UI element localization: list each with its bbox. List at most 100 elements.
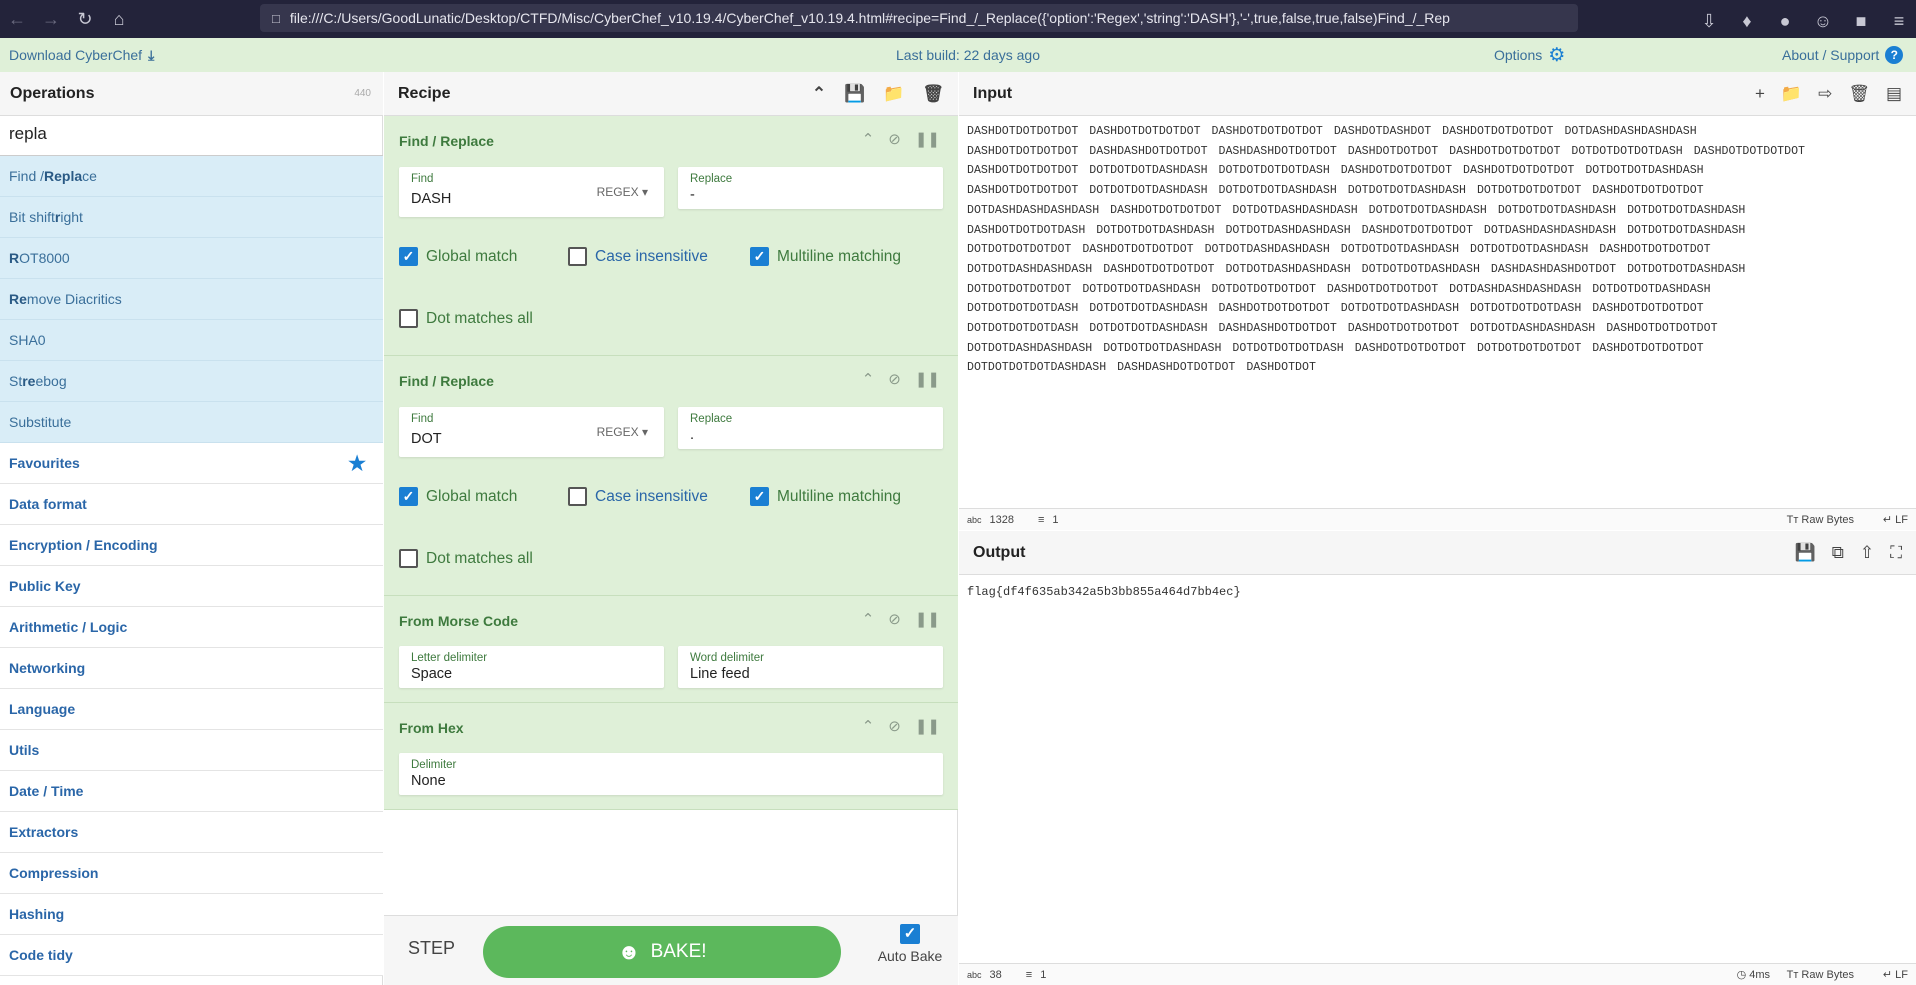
search-result-item[interactable]: Find / Repla ce	[0, 156, 383, 197]
home-icon[interactable]: ⌂	[102, 2, 136, 36]
eol-button[interactable]: ↵ LF	[1883, 968, 1908, 981]
download-cyberchef-link[interactable]: Download CyberChef ⤓	[9, 47, 154, 64]
category-public-key[interactable]: Public Key	[0, 566, 383, 607]
chr-enc-button[interactable]: Tт Raw Bytes	[1787, 969, 1854, 981]
category-hashing[interactable]: Hashing	[0, 894, 383, 935]
regex-dropdown[interactable]: REGEX ▾	[597, 425, 648, 439]
output-title: Output	[973, 543, 1026, 561]
pause-icon[interactable]: ❚❚	[915, 370, 940, 388]
collapse-all-icon[interactable]: ⌃	[812, 84, 826, 104]
collapse-icon[interactable]: ⌃	[862, 370, 875, 388]
collapse-icon[interactable]: ⌃	[862, 610, 875, 628]
pause-icon[interactable]: ❚❚	[915, 717, 940, 735]
category-utils[interactable]: Utils	[0, 730, 383, 771]
eol-button[interactable]: ↵ LF	[1883, 513, 1908, 526]
collapse-icon[interactable]: ⌃	[862, 130, 875, 148]
op-title: Find / Replace	[399, 373, 494, 389]
category-arithmetic-logic[interactable]: Arithmetic / Logic	[0, 607, 383, 648]
avatar-icon[interactable]: ☺	[1806, 4, 1840, 38]
category-encryption-encoding[interactable]: Encryption / Encoding	[0, 525, 383, 566]
category-networking[interactable]: Networking	[0, 648, 383, 689]
download-icon[interactable]: ⇩	[1692, 4, 1726, 38]
search-result-item[interactable]: R OT8000	[0, 238, 383, 279]
input-title: Input	[973, 84, 1013, 102]
category-data-format[interactable]: Data format	[0, 484, 383, 525]
open-file-icon[interactable]: ⇨	[1818, 84, 1832, 104]
reload-icon[interactable]: ↻	[68, 2, 102, 36]
recipe-header: Recipe ⌃ 💾 📁 🗑	[384, 72, 958, 116]
save-recipe-icon[interactable]: 💾	[844, 84, 865, 104]
extension-icon[interactable]: ♦	[1730, 4, 1764, 38]
layout-icon[interactable]: ▤	[1886, 84, 1902, 104]
input-textarea[interactable]: DASHDOTDOTDOTDOT DASHDOTDOTDOTDOT DASHDO…	[967, 122, 1912, 378]
bake-button[interactable]: ☻ BAKE!	[483, 926, 841, 978]
clear-input-icon[interactable]: 🗑	[1848, 84, 1870, 104]
star-icon: ★	[348, 452, 366, 475]
maximise-icon[interactable]: ⛶	[1890, 543, 1902, 563]
category-code-tidy[interactable]: Code tidy	[0, 935, 383, 976]
auto-bake-checkbox[interactable]: ✓	[900, 924, 920, 944]
add-tab-icon[interactable]: +	[1755, 84, 1765, 104]
input-panel: Input + 📁 ⇨ 🗑 ▤ DASHDOTDOTDOTDOT DASHDOT…	[959, 72, 1916, 530]
options-button[interactable]: Options ⚙	[1494, 44, 1565, 67]
collapse-icon[interactable]: ⌃	[862, 717, 875, 735]
menu-icon[interactable]: ≡	[1882, 4, 1916, 38]
word-delimiter-field[interactable]: Word delimiter Line feed	[678, 646, 943, 688]
multiline-checkbox[interactable]: ✓ Multiline matching	[750, 247, 901, 266]
multiline-checkbox[interactable]: ✓ Multiline matching	[750, 487, 901, 506]
find-field[interactable]: Find DASH REGEX ▾	[399, 167, 664, 217]
profile-icon[interactable]: ■	[1844, 4, 1878, 38]
dot-matches-all-checkbox[interactable]: Dot matches all	[399, 309, 533, 328]
global-match-checkbox[interactable]: ✓ Global match	[399, 247, 517, 266]
search-result-item[interactable]: St re ebog	[0, 361, 383, 402]
pause-icon[interactable]: ❚❚	[915, 130, 940, 148]
chr-enc-button[interactable]: Tт Raw Bytes	[1787, 514, 1854, 526]
category-compression[interactable]: Compression	[0, 853, 383, 894]
search-result-item[interactable]: SHA0	[0, 320, 383, 361]
dot-matches-all-checkbox[interactable]: Dot matches all	[399, 549, 533, 568]
disable-icon[interactable]: ⊘	[888, 130, 901, 148]
disable-icon[interactable]: ⊘	[888, 610, 901, 628]
category-language[interactable]: Language	[0, 689, 383, 730]
case-insensitive-checkbox[interactable]: Case insensitive	[568, 247, 708, 266]
operations-search-input[interactable]: repla	[0, 116, 383, 156]
open-folder-icon[interactable]: 📁	[1781, 84, 1802, 104]
last-build: Last build: 22 days ago	[896, 47, 1040, 63]
circle-icon[interactable]: ●	[1768, 4, 1802, 38]
replace-field[interactable]: Replace .	[678, 407, 943, 449]
search-result-item[interactable]: Bit shift r ight	[0, 197, 383, 238]
back-icon[interactable]: ←	[0, 2, 34, 36]
find-value: DASH	[411, 191, 452, 207]
operations-header: Operations 440	[0, 72, 383, 116]
step-button[interactable]: STEP	[408, 938, 455, 959]
copy-output-icon[interactable]: ⧉	[1832, 543, 1844, 563]
forward-icon[interactable]: →	[34, 2, 68, 36]
disable-icon[interactable]: ⊘	[888, 370, 901, 388]
regex-dropdown[interactable]: REGEX ▾	[597, 185, 648, 199]
about-support-button[interactable]: About / Support ?	[1782, 46, 1904, 64]
case-insensitive-checkbox[interactable]: Case insensitive	[568, 487, 708, 506]
save-output-icon[interactable]: 💾	[1795, 543, 1816, 563]
letter-delimiter-field[interactable]: Letter delimiter Space	[399, 646, 664, 688]
find-field[interactable]: Find DOT REGEX ▾	[399, 407, 664, 457]
search-result-item[interactable]: Substitute	[0, 402, 383, 443]
output-text[interactable]: flag{df4f635ab342a5b3bb855a464d7bb4ec}	[967, 583, 1241, 603]
word-delimiter-label: Word delimiter	[690, 652, 764, 664]
pause-icon[interactable]: ❚❚	[915, 610, 940, 628]
help-icon: ?	[1885, 46, 1904, 64]
replace-input-icon[interactable]: ⇧	[1860, 543, 1874, 563]
clear-recipe-icon[interactable]: 🗑	[922, 84, 944, 104]
auto-bake-toggle[interactable]: ✓ Auto Bake	[870, 924, 950, 964]
category-extractors[interactable]: Extractors	[0, 812, 383, 853]
search-result-item[interactable]: Re move Diacritics	[0, 279, 383, 320]
global-match-checkbox[interactable]: ✓ Global match	[399, 487, 517, 506]
address-bar[interactable]: □ file:///C:/Users/GoodLunatic/Desktop/C…	[260, 4, 1578, 32]
operations-list: Find / Repla ce Bit shift r ight R OT8000 Re mo…	[0, 156, 383, 976]
category-date-time[interactable]: Date / Time	[0, 771, 383, 812]
load-recipe-icon[interactable]: 📁	[883, 84, 904, 104]
disable-icon[interactable]: ⊘	[888, 717, 901, 735]
hex-delimiter-field[interactable]: Delimiter None	[399, 753, 943, 795]
replace-field[interactable]: Replace -	[678, 167, 943, 209]
category-favourites[interactable]: Favourites ★	[0, 443, 383, 484]
recipe-op-from-morse: From Morse Code ⌃ ⊘ ❚❚ Letter delimiter …	[384, 596, 958, 703]
